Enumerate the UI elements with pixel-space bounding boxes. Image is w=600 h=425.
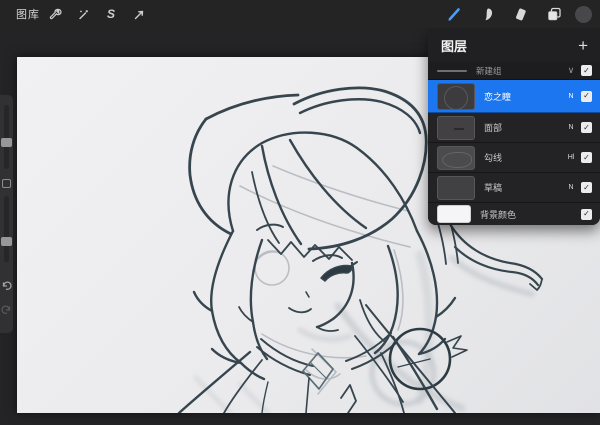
brush-size-slider-handle[interactable] [1, 138, 12, 147]
top-toolbar: 图库 S [0, 0, 600, 28]
layer-visibility-checkbox[interactable]: ✓ [581, 182, 592, 193]
layer-name: 面部 [484, 121, 563, 134]
smudge-icon[interactable] [475, 1, 501, 27]
layer-row[interactable]: 勾线 Hl ✓ [428, 143, 600, 173]
layer-name: 勾线 [484, 151, 563, 164]
modify-button[interactable] [2, 179, 11, 188]
procreate-window: 图库 S [0, 0, 600, 425]
layer-row[interactable]: 草稿 N ✓ [428, 173, 600, 203]
layers-panel: 图层 + 新建组 ∨ ✓ 恋之瞳 N ✓ 面部 N ✓ 勾线 Hl ✓ [428, 28, 600, 225]
layer-visibility-checkbox[interactable]: ✓ [581, 91, 592, 102]
layer-visibility-checkbox[interactable]: ✓ [581, 122, 592, 133]
eraser-icon[interactable] [508, 1, 534, 27]
opacity-slider-handle[interactable] [1, 237, 12, 246]
layer-thumbnail[interactable] [437, 205, 471, 223]
group-visibility-checkbox[interactable]: ✓ [581, 65, 592, 76]
blend-mode-button[interactable]: N [563, 93, 579, 100]
layer-name: 背景颜色 [480, 208, 579, 221]
chevron-down-icon[interactable]: ∨ [563, 65, 579, 76]
layer-group-row[interactable]: 新建组 ∨ ✓ [428, 62, 600, 80]
layer-thumbnail[interactable] [437, 116, 475, 140]
background-layer-row[interactable]: 背景颜色 ✓ [428, 203, 600, 225]
layers-icon[interactable] [541, 1, 567, 27]
current-color-swatch[interactable] [575, 6, 592, 23]
layer-thumbnail[interactable] [437, 176, 475, 200]
layer-row[interactable]: 面部 N ✓ [428, 113, 600, 143]
layer-name: 恋之瞳 [484, 90, 563, 103]
add-layer-button[interactable]: + [576, 37, 590, 54]
layer-name: 草稿 [484, 181, 563, 194]
redo-icon[interactable] [1, 302, 12, 313]
layer-row-selected[interactable]: 恋之瞳 N ✓ [428, 80, 600, 113]
group-name: 新建组 [476, 65, 563, 77]
layer-thumbnail[interactable] [437, 83, 475, 110]
layer-visibility-checkbox[interactable]: ✓ [581, 152, 592, 163]
brush-size-slider[interactable] [4, 105, 9, 169]
undo-icon[interactable] [1, 278, 12, 289]
brush-icon[interactable] [442, 1, 468, 27]
layer-thumbnail[interactable] [437, 146, 475, 170]
layer-visibility-checkbox[interactable]: ✓ [581, 209, 592, 220]
blend-mode-button[interactable]: N [563, 184, 579, 191]
opacity-slider[interactable] [4, 196, 9, 262]
gallery-button[interactable]: 图库 [16, 6, 40, 22]
blend-mode-button[interactable]: N [563, 124, 579, 131]
transform-arrow-icon[interactable] [126, 1, 152, 27]
layers-panel-header: 图层 + [428, 28, 600, 62]
group-thumbnail-dash [437, 70, 467, 72]
sidebar-controls [0, 95, 13, 333]
selection-s-icon[interactable]: S [98, 1, 124, 27]
actions-wrench-icon[interactable] [42, 1, 68, 27]
adjustments-wand-icon[interactable] [70, 1, 96, 27]
layers-panel-title: 图层 [441, 36, 576, 55]
blend-mode-button[interactable]: Hl [563, 154, 579, 161]
